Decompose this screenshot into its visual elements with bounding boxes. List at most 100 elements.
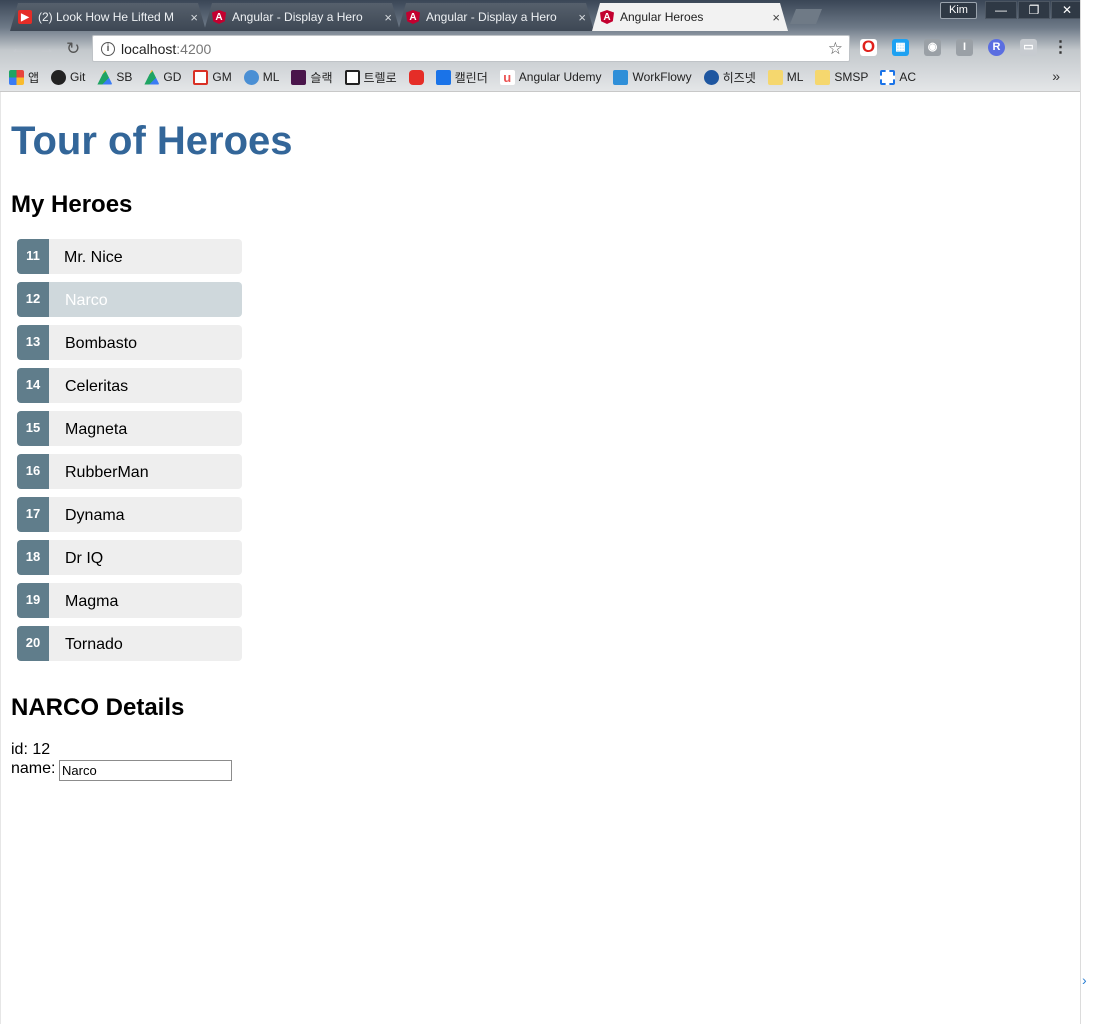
bookmark-item[interactable]: 히즈넷 (703, 69, 756, 86)
bookmark-item[interactable]: ML (243, 69, 280, 85)
hero-id-line: id: 12 (11, 741, 51, 758)
extension-blue-icon[interactable]: ▦ (892, 39, 909, 56)
hero-item[interactable]: 15 Magneta (17, 411, 242, 446)
hisnet-icon (703, 69, 719, 85)
extension-gray-icon[interactable]: I (956, 39, 973, 56)
hero-id-badge: 16 (17, 454, 49, 489)
bookmark-item[interactable]: AC (880, 69, 916, 85)
github-icon (51, 69, 67, 85)
youtube-icon: ▶ (18, 10, 32, 24)
hero-item[interactable]: 17 Dynama (17, 497, 242, 532)
hero-name: Dr IQ (65, 550, 104, 567)
bookmark-item[interactable]: GD (144, 69, 182, 85)
bookmark-star-icon[interactable]: ☆ (828, 39, 843, 59)
details-heading: NARCO Details (11, 694, 185, 721)
extension-r-icon[interactable]: R (988, 39, 1005, 56)
apps-icon (9, 69, 24, 85)
browser-chrome: ▶ (2) Look How He Lifted M × A Angular -… (0, 0, 1083, 92)
workflowy-icon (613, 69, 629, 85)
bookmark-label: 슬랙 (310, 70, 333, 85)
minimize-button[interactable]: — (985, 1, 1017, 19)
hero-name: Bombasto (65, 335, 138, 352)
url-host: localhost (121, 40, 177, 57)
hero-item[interactable]: 11 Mr. Nice (17, 239, 242, 274)
hero-name-input[interactable] (59, 760, 232, 781)
forward-icon[interactable]: → (38, 39, 55, 59)
bookmark-item[interactable]: WorkFlowy (613, 69, 692, 85)
hero-item-selected[interactable]: 12 Narco (17, 282, 242, 317)
hero-name: Magneta (65, 421, 128, 438)
new-tab-button[interactable] (790, 9, 822, 24)
hero-id-badge: 13 (17, 325, 49, 360)
info-icon[interactable]: i (101, 41, 115, 56)
bookmark-item[interactable]: 트렐로 (344, 69, 397, 86)
close-window-button[interactable]: ✕ (1051, 1, 1083, 19)
folder-icon (767, 69, 783, 85)
hero-item[interactable]: 16 RubberMan (17, 454, 242, 489)
bookmark-item[interactable]: 캘린더 (435, 69, 488, 86)
restore-button[interactable]: ❐ (1018, 1, 1050, 19)
link-icon (243, 69, 259, 85)
udemy-icon: u (499, 69, 515, 85)
bookmark-item[interactable]: GM (193, 69, 232, 85)
tab-angular-display-2[interactable]: A Angular - Display a Hero × (398, 3, 594, 31)
tab-angular-heroes[interactable]: A Angular Heroes × (592, 3, 788, 31)
bookmarks-more-button[interactable]: » (1052, 68, 1060, 84)
tab-angular-display-1[interactable]: A Angular - Display a Hero × (204, 3, 400, 31)
hero-name: Dynama (65, 507, 125, 524)
gmail-icon (193, 69, 209, 85)
close-icon[interactable]: × (190, 10, 198, 25)
bookmark-label: SB (116, 70, 133, 84)
app-title: Tour of Heroes (11, 119, 293, 163)
bookmark-label: GD (163, 70, 182, 84)
heroes-heading: My Heroes (11, 191, 133, 218)
hero-id-badge: 12 (17, 282, 49, 317)
hero-id-badge: 17 (17, 497, 49, 532)
reload-icon[interactable]: ↻ (66, 39, 80, 59)
close-icon[interactable]: × (384, 10, 392, 25)
back-icon[interactable]: ← (10, 39, 27, 59)
opera-icon[interactable]: O (860, 38, 877, 56)
address-bar[interactable]: i localhost:4200 ☆ (92, 35, 850, 62)
hero-id-badge: 11 (17, 239, 49, 274)
hero-name: Magma (65, 593, 119, 610)
close-icon[interactable]: × (772, 10, 780, 25)
hero-id-badge: 14 (17, 368, 49, 403)
browser-toolbar: ← → ↻ i localhost:4200 ☆ O ▦ ◉ I R ▭ ⋮ (0, 33, 1080, 63)
bookmark-item[interactable] (408, 69, 424, 85)
bookmark-label: ML (262, 70, 280, 84)
folder-icon (815, 69, 831, 85)
bookmark-item[interactable]: SB (97, 69, 133, 85)
window-edge-line (1080, 0, 1081, 1024)
hero-item[interactable]: 19 Magma (17, 583, 242, 618)
bookmark-item[interactable]: 슬랙 (291, 69, 333, 86)
bookmark-item[interactable]: u Angular Udemy (499, 69, 601, 85)
profile-button[interactable]: Kim (940, 2, 977, 19)
hero-name: Mr. Nice (64, 249, 123, 266)
bookmark-label: 트렐로 (363, 70, 397, 85)
bookmark-item[interactable]: 앱 (9, 69, 39, 86)
trello-icon (344, 69, 360, 85)
tab-youtube[interactable]: ▶ (2) Look How He Lifted M × (10, 3, 206, 31)
window-controls: — ❐ ✕ (984, 1, 1083, 19)
hero-id-badge: 18 (17, 540, 49, 575)
bookmark-item[interactable]: SMSP (815, 69, 869, 85)
hero-item[interactable]: 14 Celeritas (17, 368, 242, 403)
bookmarks-bar: 앱 Git SB GD GM ML 슬랙 트렐로 캘린더 u Angular U… (0, 64, 1080, 90)
chevron-right-icon[interactable]: › (1082, 972, 1087, 988)
tab-title: Angular - Display a Hero (232, 10, 363, 24)
bookmark-label: SMSP (834, 70, 869, 84)
hero-item[interactable]: 18 Dr IQ (17, 540, 242, 575)
extension-light-icon[interactable]: ▭ (1020, 39, 1037, 56)
close-icon[interactable]: × (578, 10, 586, 25)
bookmark-item[interactable]: Git (51, 69, 85, 85)
hero-id-badge: 19 (17, 583, 49, 618)
camera-icon[interactable]: ◉ (924, 39, 941, 56)
page-content: Tour of Heroes My Heroes 11 Mr. Nice 12 … (0, 92, 1080, 1024)
bookmark-label: WorkFlowy (632, 70, 692, 84)
hero-item[interactable]: 13 Bombasto (17, 325, 242, 360)
hero-item[interactable]: 20 Tornado (17, 626, 242, 661)
bookmark-item[interactable]: ML (767, 69, 803, 85)
menu-icon[interactable]: ⋮ (1052, 39, 1069, 56)
heroes-list: 11 Mr. Nice 12 Narco 13 Bombasto 14 Cele… (17, 239, 242, 669)
